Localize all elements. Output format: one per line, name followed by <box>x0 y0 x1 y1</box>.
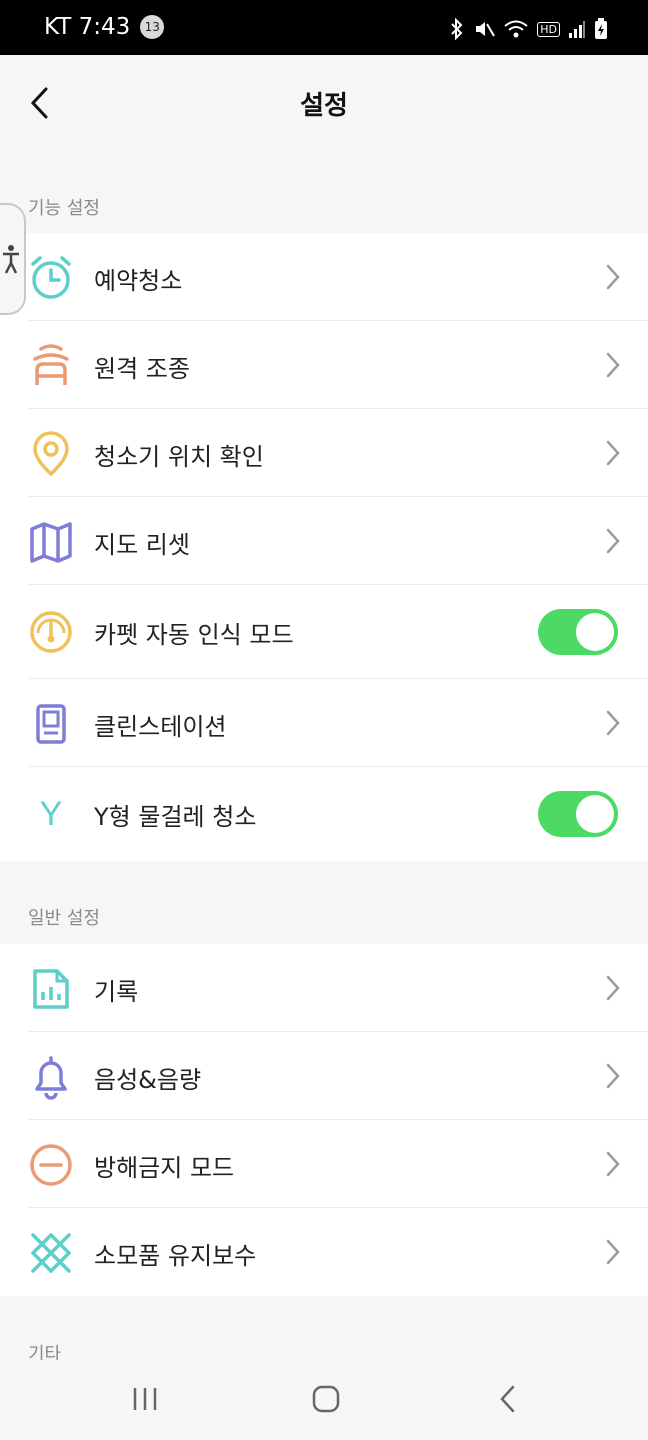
record-chart-icon <box>28 966 74 1012</box>
section-title-function: 기능 설정 <box>28 198 100 219</box>
general-settings-group: 기록 음성&음량 방해금지 모드 소모품 유지보수 <box>0 944 648 1296</box>
recent-apps-icon <box>133 1388 157 1410</box>
chevron-right-icon <box>606 264 620 290</box>
row-scheduled-cleaning[interactable]: 예약청소 <box>0 233 648 321</box>
bluetooth-icon <box>451 18 463 40</box>
hd-badge: HD <box>537 21 560 37</box>
map-icon <box>28 519 74 565</box>
app-bar: 설정 <box>0 55 648 150</box>
carrier-time: KT 7:43 <box>44 14 131 40</box>
do-not-disturb-icon <box>28 1142 74 1188</box>
row-label: 음성&음량 <box>94 1066 202 1094</box>
chevron-right-icon <box>606 975 620 1001</box>
chevron-right-icon <box>606 1063 620 1089</box>
row-do-not-disturb[interactable]: 방해금지 모드 <box>0 1120 648 1208</box>
location-pin-icon <box>28 431 74 477</box>
notification-count-badge: 13 <box>140 15 165 39</box>
chevron-right-icon <box>606 710 620 736</box>
chevron-right-icon <box>606 528 620 554</box>
home-button[interactable] <box>304 1382 348 1416</box>
y-letter-glyph: Y <box>39 794 63 833</box>
row-consumables[interactable]: 소모품 유지보수 <box>0 1208 648 1296</box>
recent-apps-button[interactable] <box>123 1382 167 1416</box>
bell-icon <box>28 1054 74 1100</box>
row-y-mopping: Y Y형 물걸레 청소 <box>0 767 648 861</box>
toggle-knob <box>576 613 614 651</box>
system-nav-bar <box>0 1360 648 1440</box>
consumables-icon <box>28 1230 74 1276</box>
remote-control-icon <box>28 343 74 389</box>
row-label: 클린스테이션 <box>94 713 227 741</box>
function-settings-group: 예약청소 원격 조종 청소기 위치 확인 지도 리셋 카펫 자동 인식 모드 클… <box>0 233 648 861</box>
row-remote-control[interactable]: 원격 조종 <box>0 321 648 409</box>
section-title-general: 일반 설정 <box>28 908 100 929</box>
row-label: 방해금지 모드 <box>94 1154 235 1182</box>
status-icons: HD <box>449 18 608 40</box>
row-label: 지도 리셋 <box>94 531 190 559</box>
row-label: Y형 물걸레 청소 <box>94 803 257 831</box>
page-title: 설정 <box>300 91 348 121</box>
status-bar: KT 7:43 13 HD <box>0 0 648 55</box>
row-carpet-detection: 카펫 자동 인식 모드 <box>0 585 648 679</box>
home-icon <box>312 1385 340 1413</box>
row-label: 카펫 자동 인식 모드 <box>94 621 294 649</box>
accessibility-tab[interactable] <box>0 203 26 315</box>
chevron-right-icon <box>606 440 620 466</box>
battery-icon <box>595 18 607 39</box>
alarm-clock-icon <box>28 255 74 301</box>
y-letter-icon: Y <box>28 791 74 837</box>
y-mopping-toggle[interactable] <box>538 791 618 837</box>
signal-icon <box>569 21 585 38</box>
row-label: 원격 조종 <box>94 355 190 383</box>
status-left: KT 7:43 13 <box>44 14 165 40</box>
chevron-right-icon <box>606 1151 620 1177</box>
chevron-right-icon <box>606 1239 620 1265</box>
mute-icon <box>476 22 496 37</box>
carpet-detection-toggle[interactable] <box>538 609 618 655</box>
row-voice-volume[interactable]: 음성&음량 <box>0 1032 648 1120</box>
row-history[interactable]: 기록 <box>0 944 648 1032</box>
row-map-reset[interactable]: 지도 리셋 <box>0 497 648 585</box>
station-icon <box>28 701 74 747</box>
row-label: 예약청소 <box>94 267 183 295</box>
toggle-knob <box>576 795 614 833</box>
row-label: 기록 <box>94 978 139 1006</box>
row-clean-station[interactable]: 클린스테이션 <box>0 679 648 767</box>
chevron-right-icon <box>606 352 620 378</box>
gauge-icon <box>28 609 74 655</box>
row-label: 소모품 유지보수 <box>94 1242 257 1270</box>
row-locate-vacuum[interactable]: 청소기 위치 확인 <box>0 409 648 497</box>
system-back-icon <box>500 1385 515 1413</box>
row-label: 청소기 위치 확인 <box>94 443 264 471</box>
system-back-button[interactable] <box>486 1382 530 1416</box>
wifi-icon <box>504 20 528 38</box>
accessibility-person-icon <box>3 245 19 274</box>
